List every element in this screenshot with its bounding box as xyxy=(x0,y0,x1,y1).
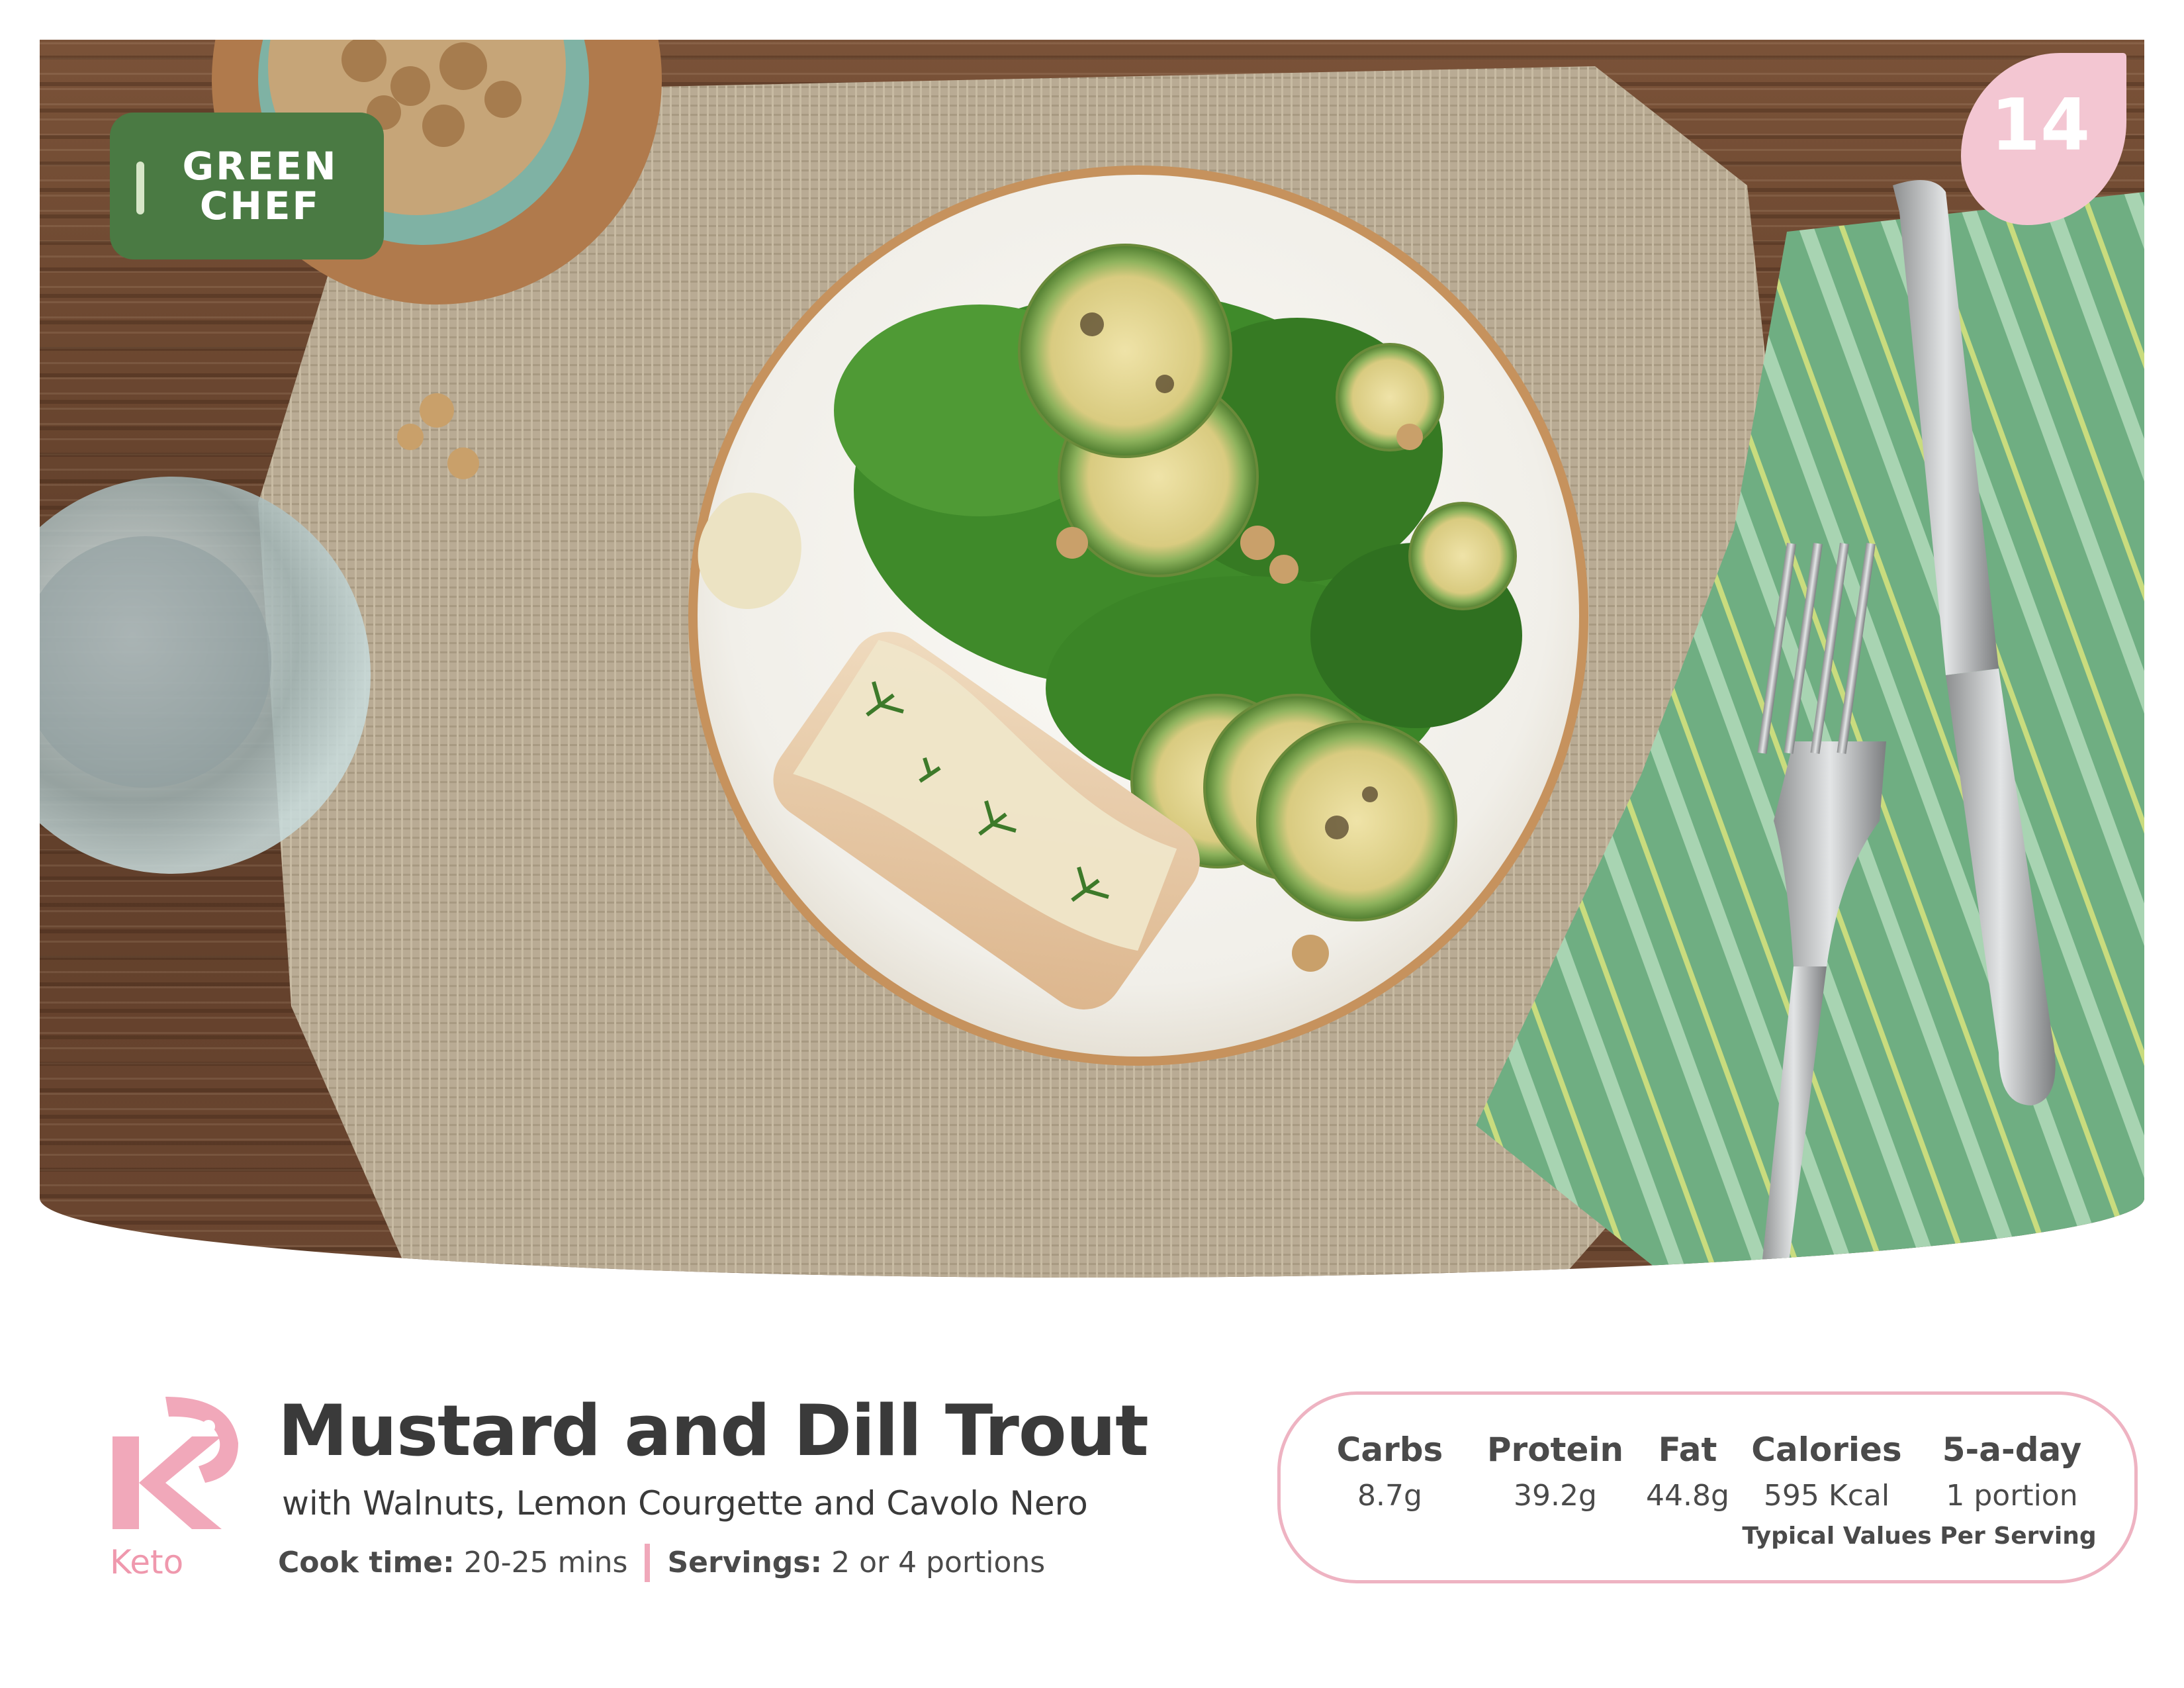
nutrition-fat: Fat 44.8g xyxy=(1641,1423,1734,1516)
cook-time-label: Cook time: xyxy=(278,1546,455,1579)
nutrition-carbs: Carbs 8.7g xyxy=(1317,1423,1463,1516)
brand-line-1: GREEN xyxy=(182,144,338,189)
servings-value: 2 or 4 portions xyxy=(831,1546,1046,1579)
diet-badge-label: Keto xyxy=(110,1543,184,1581)
nutrition-label: Calories xyxy=(1751,1430,1902,1469)
nutrition-value: 595 Kcal xyxy=(1763,1479,1890,1513)
recipe-meta: Cook time: 20-25 mins Servings: 2 or 4 p… xyxy=(278,1540,1045,1586)
nutrition-value: 1 portion xyxy=(1946,1479,2078,1513)
nutrition-note: Typical Values Per Serving xyxy=(1742,1523,2097,1550)
recipe-title: Mustard and Dill Trout xyxy=(278,1390,1149,1472)
nutrition-value: 8.7g xyxy=(1357,1479,1422,1513)
nutrition-value: 39.2g xyxy=(1514,1479,1597,1513)
nutrition-label: Fat xyxy=(1658,1430,1717,1469)
nutrition-five-a-day: 5-a-day 1 portion xyxy=(1919,1423,2105,1516)
nutrition-label: 5-a-day xyxy=(1942,1430,2082,1469)
recipe-number: 14 xyxy=(1990,84,2091,167)
nutrition-label: Protein xyxy=(1486,1430,1624,1469)
meta-divider xyxy=(645,1544,651,1582)
brand-line-2: CHEF xyxy=(199,183,321,228)
brand-name: GREEN CHEF xyxy=(182,146,338,226)
recipe-subtitle: with Walnuts, Lemon Courgette and Cavolo… xyxy=(282,1484,1088,1523)
keto-k-icon xyxy=(113,1397,238,1529)
nutrition-value: 44.8g xyxy=(1646,1479,1729,1513)
green-chef-logo: GREEN CHEF xyxy=(110,113,384,259)
cook-time-value: 20-25 mins xyxy=(463,1546,628,1579)
servings-label: Servings: xyxy=(667,1546,823,1579)
nutrition-protein: Protein 39.2g xyxy=(1476,1423,1635,1516)
logo-bar-icon xyxy=(136,162,144,214)
nutrition-calories: Calories 595 Kcal xyxy=(1747,1423,1906,1516)
nutrition-label: Carbs xyxy=(1336,1430,1443,1469)
